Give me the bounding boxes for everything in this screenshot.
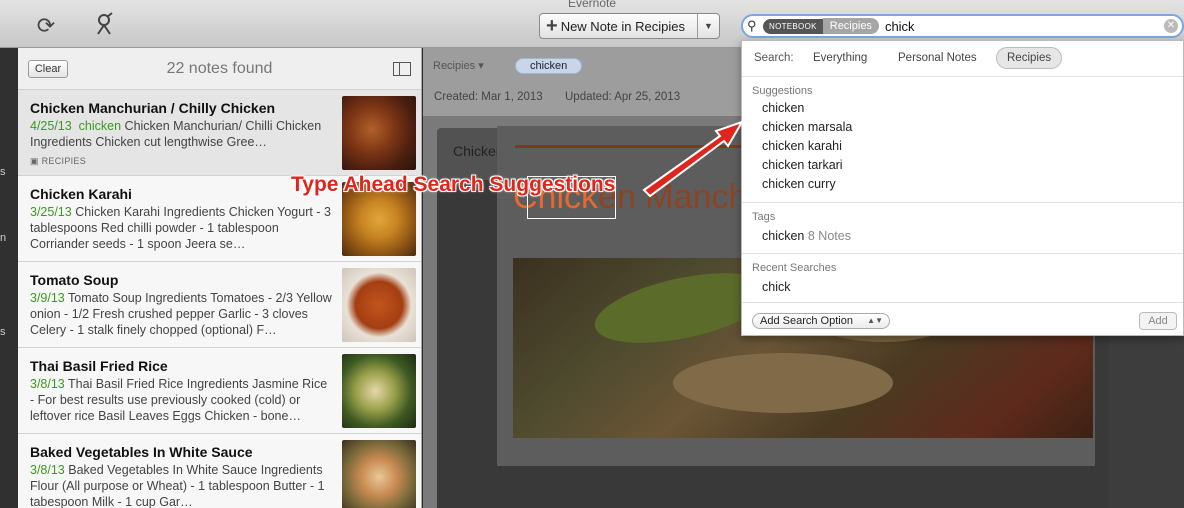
notebook-scope-chip[interactable]: NOTEBOOK [763,18,823,34]
note-thumbnail [342,354,416,428]
search-field[interactable]: ⚲ NOTEBOOK Recipies chick ✕ [741,14,1184,38]
note-snippet: 3/8/13 Baked Vegetables In White Sauce I… [30,462,332,508]
scope-everything[interactable]: Everything [813,52,867,64]
note-snippet-text: Tomato Soup Ingredients Tomatoes - 2/3 Y… [30,291,332,337]
note-date: 3/8/13 [30,377,65,391]
suggestion-item[interactable]: chicken tarkari [762,158,843,172]
recipies-scope-chip[interactable]: Recipies [822,18,879,34]
note-item[interactable]: Tomato Soup 3/9/13 Tomato Soup Ingredien… [18,262,421,348]
clear-search-icon[interactable]: ✕ [1164,19,1178,33]
note-snippet-text: Chicken Manchurian/ Chilli Chicken Ingre… [30,119,322,149]
editor-right-margin [1109,330,1184,508]
notebook-selector[interactable]: Recipies ▾ [433,59,484,72]
note-snippet-text: Chicken Karahi Ingredients Chicken Yogur… [30,205,331,251]
tags-section: Tags chicken 8 Notes [742,203,1183,254]
search-suggestions-popup: Search: Everything Personal Notes Recipi… [741,40,1184,336]
created-date: Created: Mar 1, 2013 [434,91,543,103]
note-date: 3/9/13 [30,291,65,305]
sidebar-fragment: n [0,232,7,244]
suggestion-item[interactable]: chicken curry [762,177,836,191]
search-scope-label: Search: [754,52,794,64]
note-title: Baked Vegetables In White Sauce [30,444,253,460]
view-options-icon[interactable] [393,62,411,76]
updown-icon: ▲▼ [867,316,883,325]
search-scope-bar: Search: Everything Personal Notes Recipi… [742,41,1183,77]
note-thumbnail [342,440,416,508]
add-search-option-label: Add Search Option [760,315,853,327]
sidebar-fragment: s [0,166,6,178]
satellite-icon[interactable] [90,12,118,40]
sidebar-fragment: s [0,326,6,338]
notebook-tag-label: RECIPIES [41,156,87,166]
note-snippet-text: Baked Vegetables In White Sauce Ingredie… [30,463,325,508]
add-search-option-select[interactable]: Add Search Option ▲▼ [752,313,890,329]
note-list: Clear 22 notes found Chicken Manchurian … [18,48,422,508]
note-snippet-text: Thai Basil Fried Rice Ingredients Jasmin… [30,377,328,423]
suggestion-item[interactable]: chicken karahi [762,139,842,153]
note-title: Chicken Manchurian / Chilly Chicken [30,100,276,116]
sidebar-strip: s n s [0,48,18,508]
annotation-arrow-icon [642,120,745,198]
note-item[interactable]: Baked Vegetables In White Sauce 3/8/13 B… [18,434,421,508]
note-date: 3/25/13 [30,205,72,219]
new-note-button[interactable]: + New Note in Recipies ▼ [539,13,720,39]
note-title: Tomato Soup [30,272,119,288]
annotation-label: Type Ahead Search Suggestions [291,173,616,196]
suggestion-item[interactable]: chicken marsala [762,120,852,134]
scope-recipies[interactable]: Recipies [996,47,1063,69]
note-snippet: 3/8/13 Thai Basil Fried Rice Ingredients… [30,376,332,424]
search-highlight: chicken [78,119,122,133]
new-note-label: New Note in Recipies [560,18,685,34]
note-title: Chicken Karahi [30,186,132,202]
note-thumbnail [342,96,416,170]
notebook-icon: ▣ [30,156,39,166]
window-title: Evernote [567,0,617,10]
plus-icon: + [546,15,558,37]
search-input[interactable]: chick [885,19,1164,34]
note-title: Thai Basil Fried Rice [30,358,168,374]
notes-found-count: 22 notes found [166,60,273,77]
note-list-header: Clear 22 notes found [18,48,421,90]
tag-suggestion-label: chicken [762,229,805,243]
recent-searches-header: Recent Searches [752,262,837,274]
recent-search-item[interactable]: chick [762,280,790,294]
note-item[interactable]: Chicken Manchurian / Chilly Chicken 4/25… [18,90,421,176]
note-date: 4/25/13 [30,119,72,133]
note-snippet: 3/9/13 Tomato Soup Ingredients Tomatoes … [30,290,332,338]
recent-searches-section: Recent Searches chick [742,254,1183,303]
chevron-down-icon: ▾ [478,60,484,72]
new-note-dropdown[interactable]: ▼ [697,14,719,38]
note-date: 3/8/13 [30,463,65,477]
note-tag-chip[interactable]: chicken [515,58,583,74]
note-item[interactable]: Thai Basil Fried Rice 3/8/13 Thai Basil … [18,348,421,434]
tag-note-count: 8 Notes [807,229,851,243]
popup-footer: Add Search Option ▲▼ Add [742,303,1183,337]
sync-icon[interactable]: ⟳ [32,12,60,40]
search-icon: ⚲ [747,18,757,33]
scope-personal-notes[interactable]: Personal Notes [898,52,977,64]
notebook-selector-label: Recipies [433,60,476,72]
note-snippet: 3/25/13 Chicken Karahi Ingredients Chick… [30,204,332,252]
note-notebook-tag: ▣ RECIPIES [30,156,86,167]
tags-header: Tags [752,211,776,223]
suggestions-section: Suggestions chicken chicken marsala chic… [742,77,1183,203]
updated-date: Updated: Apr 25, 2013 [565,91,681,103]
add-button[interactable]: Add [1139,312,1177,330]
note-thumbnail [342,268,416,342]
tag-suggestion-item[interactable]: chicken 8 Notes [762,229,851,243]
suggestion-item[interactable]: chicken [762,101,804,115]
suggestions-header: Suggestions [752,85,813,97]
